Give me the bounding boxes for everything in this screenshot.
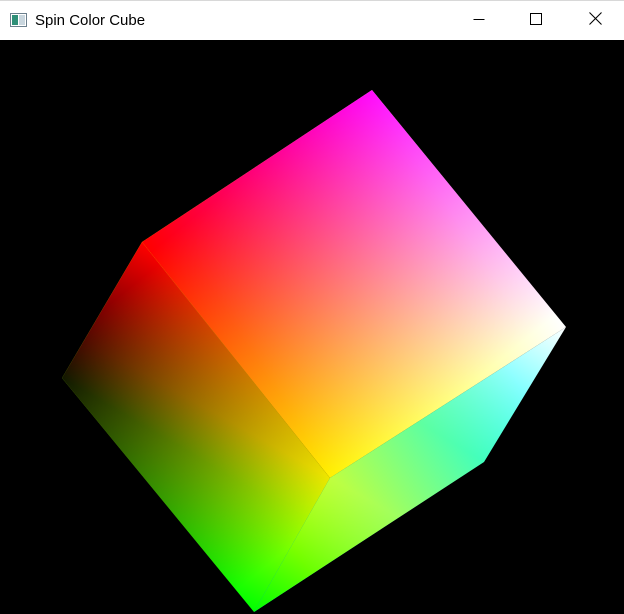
title-bar[interactable]: Spin Color Cube [0,0,624,40]
close-button[interactable] [566,1,624,40]
minimize-button[interactable] [450,1,508,40]
close-icon [588,11,602,30]
app-window-icon[interactable] [10,12,27,28]
app-window: Spin Color Cube [0,0,624,614]
maximize-icon [530,12,542,30]
render-canvas[interactable] [0,40,624,614]
color-cube-scene [62,90,566,612]
window-title: Spin Color Cube [35,12,146,29]
maximize-button[interactable] [507,1,565,40]
minimize-icon [473,12,485,30]
